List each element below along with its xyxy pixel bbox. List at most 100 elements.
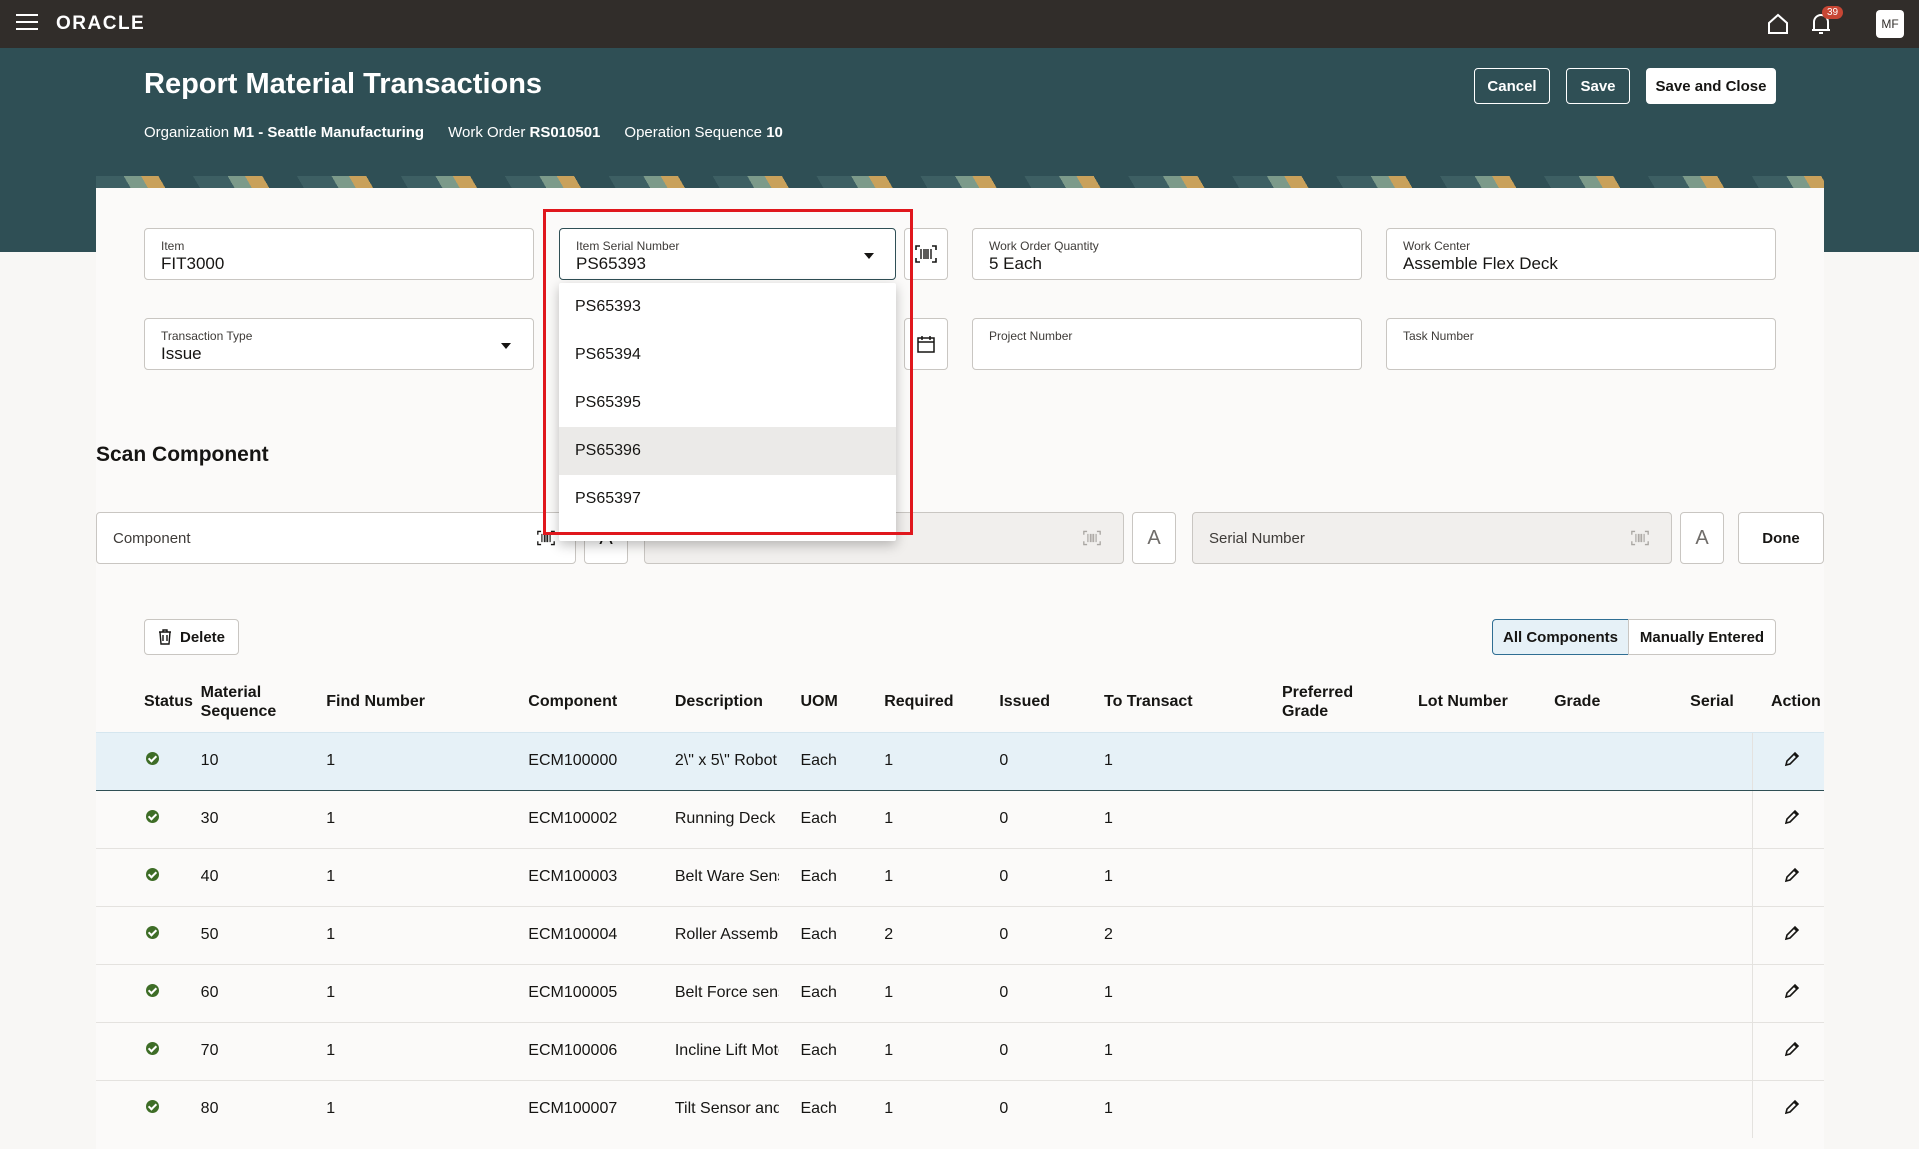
cell-serial	[1690, 1079, 1753, 1138]
col-component[interactable]: Component	[528, 672, 675, 732]
cell-uom: Each	[800, 963, 885, 1022]
cell-to-transact[interactable]: 2	[1104, 905, 1282, 964]
cell-required: 1	[884, 847, 1000, 906]
cell-required: 1	[884, 789, 1000, 848]
edit-icon[interactable]	[1783, 1098, 1801, 1116]
cell-find: 1	[326, 963, 529, 1022]
table-row[interactable]: 601ECM100005Belt Force sensorEach101	[96, 963, 1824, 1022]
table-row[interactable]: 50 1 ECM100004 Roller Assembly Each 2 0 2	[96, 905, 1824, 964]
cell-issued: 0	[999, 905, 1104, 964]
cell-serial	[1690, 1021, 1753, 1080]
cell-required: 1	[884, 731, 1000, 791]
chevron-down-icon[interactable]	[501, 343, 511, 349]
cell-grade	[1554, 905, 1691, 964]
calendar-icon	[917, 336, 935, 353]
manual-entry-button-serial[interactable]: A	[1680, 512, 1724, 564]
col-serial[interactable]: Serial	[1690, 672, 1753, 732]
edit-icon[interactable]	[1783, 750, 1801, 768]
cell-component: ECM100007	[528, 1079, 675, 1138]
component-input[interactable]: Component	[96, 512, 576, 564]
cell-issued: 0	[999, 847, 1104, 906]
table-row[interactable]: 401ECM100003Belt Ware SensorEach101	[96, 847, 1824, 906]
manually-entered-toggle[interactable]: Manually Entered	[1628, 619, 1776, 655]
table-row[interactable]: 30 1 ECM100002 Running Deck Each 1 0 1	[96, 789, 1824, 848]
cell-to-transact[interactable]: 1	[1104, 789, 1282, 848]
cell-preferred-grade	[1281, 905, 1419, 964]
cell-seq: 80	[200, 1079, 327, 1138]
item-value: FIT3000	[161, 254, 225, 273]
home-icon[interactable]	[1766, 12, 1790, 36]
delete-button[interactable]: Delete	[144, 619, 239, 655]
col-required[interactable]: Required	[884, 672, 999, 732]
org-label: Organization	[144, 124, 230, 141]
status-ok-icon	[146, 1100, 159, 1114]
col-issued[interactable]: Issued	[999, 672, 1104, 732]
transaction-type-select[interactable]: Transaction Type Issue	[144, 318, 534, 370]
context-info: Organization M1 - Seattle Manufacturing …	[144, 124, 783, 141]
col-description[interactable]: Description	[675, 672, 801, 732]
manual-entry-button-lot[interactable]: A	[1132, 512, 1176, 564]
trash-icon	[158, 629, 171, 645]
cell-find: 1	[326, 731, 529, 791]
col-lot-number[interactable]: Lot Number	[1418, 672, 1554, 732]
cell-required: 2	[884, 905, 1000, 964]
table-row[interactable]: 701ECM100006Incline Lift MotorEach101	[96, 1021, 1824, 1080]
menu-icon[interactable]	[16, 14, 38, 32]
cell-issued: 0	[999, 1079, 1104, 1138]
cell-to-transact[interactable]: 1	[1104, 1079, 1282, 1138]
done-button[interactable]: Done	[1738, 512, 1824, 564]
cancel-button[interactable]: Cancel	[1474, 68, 1550, 104]
work-center-label: Work Center	[1403, 239, 1471, 253]
cell-lot	[1418, 847, 1555, 906]
matseq-text: Material Sequence	[200, 683, 277, 720]
col-find-number[interactable]: Find Number	[326, 672, 528, 732]
cell-to-transact[interactable]: 1	[1104, 847, 1282, 906]
item-field[interactable]: Item FIT3000	[144, 228, 534, 280]
col-to-transact[interactable]: To Transact	[1104, 672, 1282, 732]
cell-component: ECM100006	[528, 1021, 675, 1080]
edit-icon[interactable]	[1783, 866, 1801, 884]
pref-grade-text: Preferred Grade	[1281, 683, 1354, 720]
cell-to-transact[interactable]: 1	[1104, 963, 1282, 1022]
cell-grade	[1554, 847, 1691, 906]
table-row[interactable]: 10 1 ECM100000 2\" x 5\" Robot Each 1 0 1	[96, 731, 1824, 791]
all-components-toggle[interactable]: All Components	[1492, 619, 1629, 655]
cell-issued: 0	[999, 789, 1104, 848]
edit-icon[interactable]	[1783, 808, 1801, 826]
cell-lot	[1418, 905, 1555, 964]
cell-issued: 0	[999, 1021, 1104, 1080]
col-grade[interactable]: Grade	[1554, 672, 1690, 732]
item-label: Item	[161, 239, 185, 253]
cell-component: ECM100003	[528, 847, 675, 906]
col-material-sequence[interactable]: Material Sequence	[201, 672, 327, 732]
wo-qty-value: 5 Each	[989, 254, 1042, 273]
cell-description: Incline Lift Motor	[674, 1041, 779, 1059]
cell-seq: 30	[200, 789, 327, 848]
col-preferred-grade[interactable]: Preferred Grade	[1282, 672, 1418, 732]
cell-grade	[1554, 1021, 1691, 1080]
avatar[interactable]: MF	[1876, 10, 1904, 38]
cell-uom: Each	[800, 789, 885, 848]
cell-to-transact[interactable]: 1	[1104, 1021, 1282, 1080]
task-number-field: Task Number	[1386, 318, 1776, 370]
cell-uom: Each	[800, 1079, 885, 1138]
cell-uom: Each	[800, 1021, 885, 1080]
col-uom[interactable]: UOM	[800, 672, 884, 732]
save-and-close-button[interactable]: Save and Close	[1646, 68, 1776, 104]
cell-required: 1	[884, 1021, 1000, 1080]
wo-qty-label: Work Order Quantity	[989, 239, 1099, 253]
cell-find: 1	[326, 905, 529, 964]
section-title: Scan Component	[96, 443, 269, 466]
cell-grade	[1554, 789, 1691, 848]
edit-icon[interactable]	[1783, 924, 1801, 942]
cell-grade	[1554, 1079, 1691, 1138]
cell-issued: 0	[999, 731, 1104, 791]
oracle-logo[interactable]: ORACLE	[56, 13, 145, 35]
work-center-value: Assemble Flex Deck	[1403, 254, 1558, 273]
table-row[interactable]: 80 1 ECM100007 Tilt Sensor and Each 1 0 1	[96, 1079, 1824, 1138]
cell-to-transact[interactable]: 1	[1104, 731, 1282, 791]
edit-icon[interactable]	[1783, 982, 1801, 1000]
save-button[interactable]: Save	[1566, 68, 1630, 104]
edit-icon[interactable]	[1783, 1040, 1801, 1058]
col-status[interactable]: Status	[96, 672, 201, 732]
